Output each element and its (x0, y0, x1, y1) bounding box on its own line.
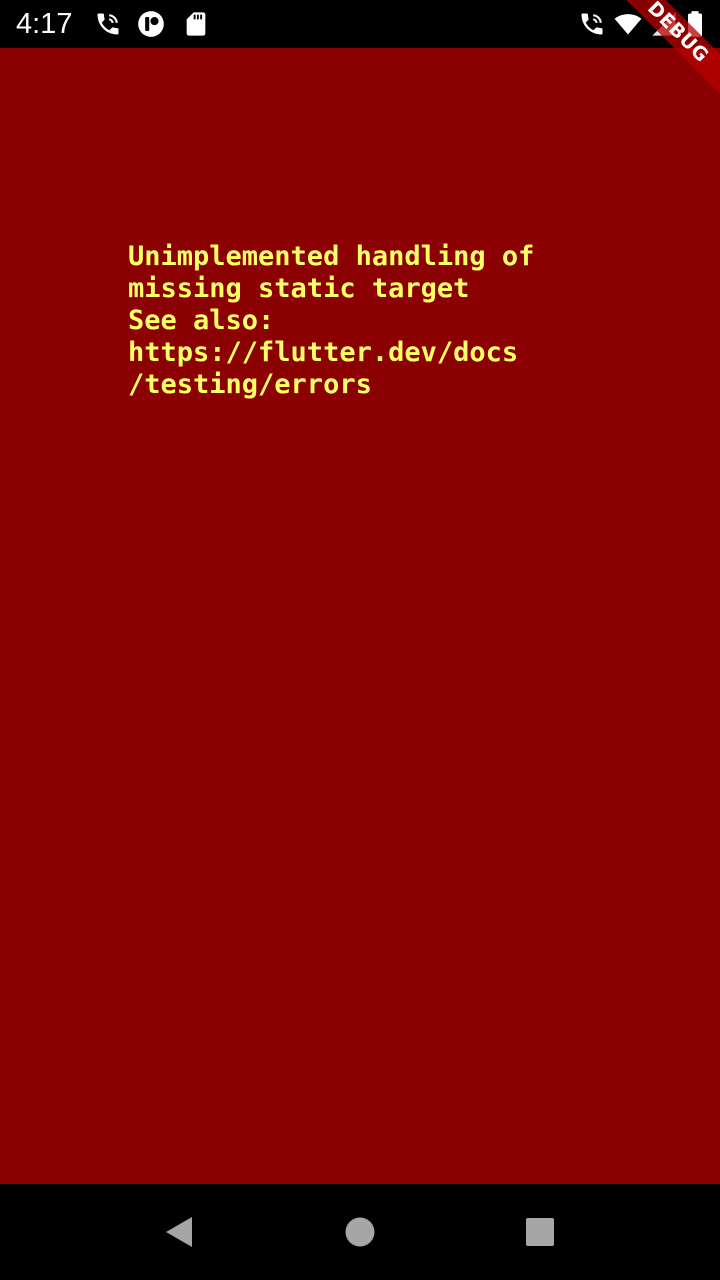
sd-card-icon (186, 12, 206, 36)
wifi-icon (614, 14, 642, 35)
home-icon (345, 1217, 375, 1247)
wifi-calling-icon (581, 13, 603, 35)
status-bar: 4:17 (0, 0, 720, 48)
recents-icon (526, 1218, 554, 1246)
navigation-bar (0, 1184, 720, 1280)
notification-app-icon (138, 11, 164, 37)
wifi-calling-icon (97, 13, 119, 35)
error-message: Unimplemented handling of missing static… (128, 241, 535, 400)
back-button[interactable] (158, 1212, 198, 1252)
status-time: 4:17 (16, 8, 73, 40)
recents-button[interactable] (520, 1212, 560, 1252)
back-icon (166, 1217, 192, 1247)
home-button[interactable] (340, 1212, 380, 1252)
error-screen: Unimplemented handling of missing static… (0, 48, 720, 1184)
